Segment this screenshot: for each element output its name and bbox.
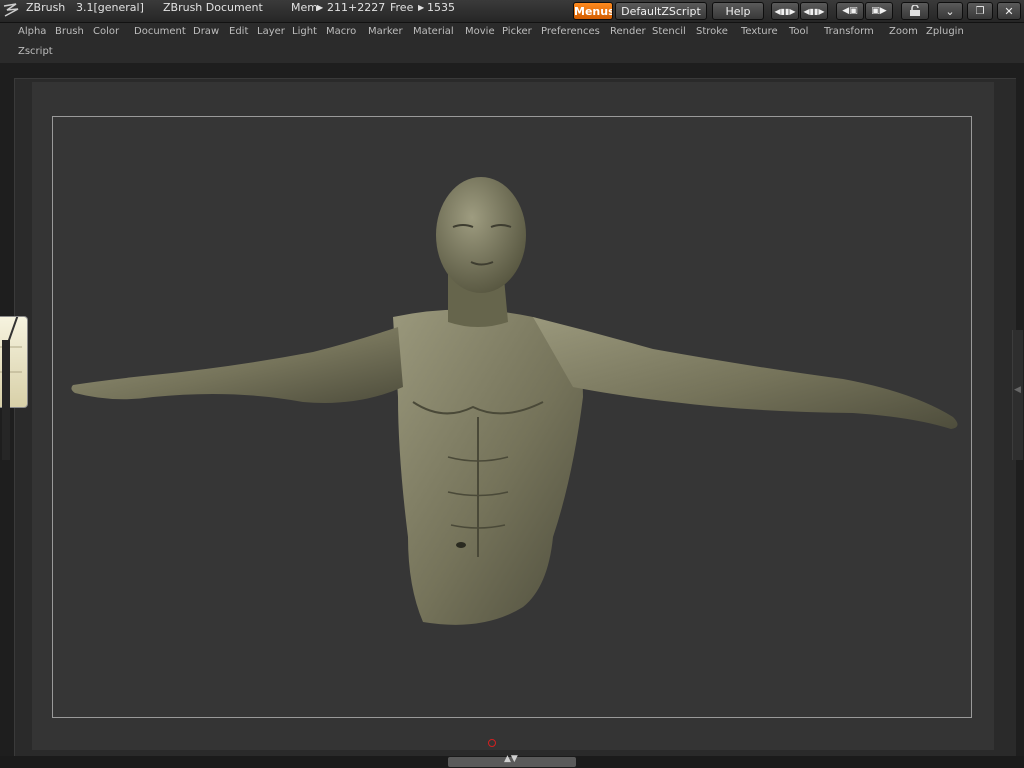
menu-bar: Alpha Brush Color Document Draw Edit Lay… [0, 23, 1024, 63]
free-value: 1535 [427, 1, 455, 14]
menu-render[interactable]: Render [610, 25, 646, 39]
menu-zscript[interactable]: Zscript [18, 45, 53, 59]
menu-stroke[interactable]: Stroke [696, 25, 728, 39]
status-indicator [488, 739, 496, 747]
free-arrow-icon: ▶ [418, 3, 425, 12]
menu-tool[interactable]: Tool [789, 25, 808, 39]
menus-button[interactable]: Menus [573, 2, 613, 20]
minimize-icon[interactable]: ⌄ [937, 2, 963, 20]
menu-marker[interactable]: Marker [368, 25, 403, 39]
menu-transform[interactable]: Transform [824, 25, 874, 39]
menu-light[interactable]: Light [292, 25, 317, 39]
restore-icon[interactable]: ❐ [967, 2, 993, 20]
app-name: ZBrush [26, 1, 66, 14]
zbrush-logo-icon[interactable] [2, 2, 20, 18]
chevron-up-down-icon: ▲▼ [504, 754, 518, 764]
menu-macro[interactable]: Macro [326, 25, 356, 39]
chevron-left-icon: ◀ [1014, 385, 1021, 395]
menu-zoom[interactable]: Zoom [889, 25, 918, 39]
right-tray-handle[interactable]: ◀ [1012, 330, 1023, 460]
help-button[interactable]: Help [712, 2, 764, 20]
mem-label: Mem [291, 1, 318, 14]
left-tray-handle[interactable] [2, 340, 10, 460]
menu-texture[interactable]: Texture [741, 25, 778, 39]
layout-prev-icon[interactable]: ◀▣ [836, 2, 864, 20]
menu-brush[interactable]: Brush [55, 25, 84, 39]
menu-preferences[interactable]: Preferences [541, 25, 600, 39]
mem-value: 211+2227 [327, 1, 386, 14]
menu-movie[interactable]: Movie [465, 25, 495, 39]
menu-color[interactable]: Color [93, 25, 119, 39]
menu-material[interactable]: Material [413, 25, 454, 39]
menu-zplugin[interactable]: Zplugin [926, 25, 964, 39]
default-zscript-button[interactable]: DefaultZScript [615, 2, 707, 20]
app-version: 3.1[general] [76, 1, 144, 14]
menu-stencil[interactable]: Stencil [652, 25, 686, 39]
shrink-palette-icon[interactable]: ◀▮▮▶ [771, 2, 799, 20]
mem-arrow-icon: ▶ [317, 3, 324, 12]
document-name: ZBrush Document [163, 1, 263, 14]
expand-palette-icon[interactable]: ◀▮▮▶ [800, 2, 828, 20]
document-canvas[interactable] [52, 116, 972, 718]
menu-layer[interactable]: Layer [257, 25, 285, 39]
menu-alpha[interactable]: Alpha [18, 25, 46, 39]
menu-edit[interactable]: Edit [229, 25, 248, 39]
title-bar: ZBrush 3.1[general] ZBrush Document Mem … [0, 0, 1024, 23]
bottom-tray-handle[interactable]: ▲▼ [448, 754, 576, 767]
sculpted-figure[interactable] [53, 117, 971, 717]
menu-picker[interactable]: Picker [502, 25, 532, 39]
free-label: Free [390, 1, 414, 14]
lock-icon[interactable] [901, 2, 929, 20]
menu-document[interactable]: Document [134, 25, 186, 39]
menu-draw[interactable]: Draw [193, 25, 219, 39]
layout-next-icon[interactable]: ▣▶ [865, 2, 893, 20]
close-icon[interactable]: ✕ [997, 2, 1021, 20]
